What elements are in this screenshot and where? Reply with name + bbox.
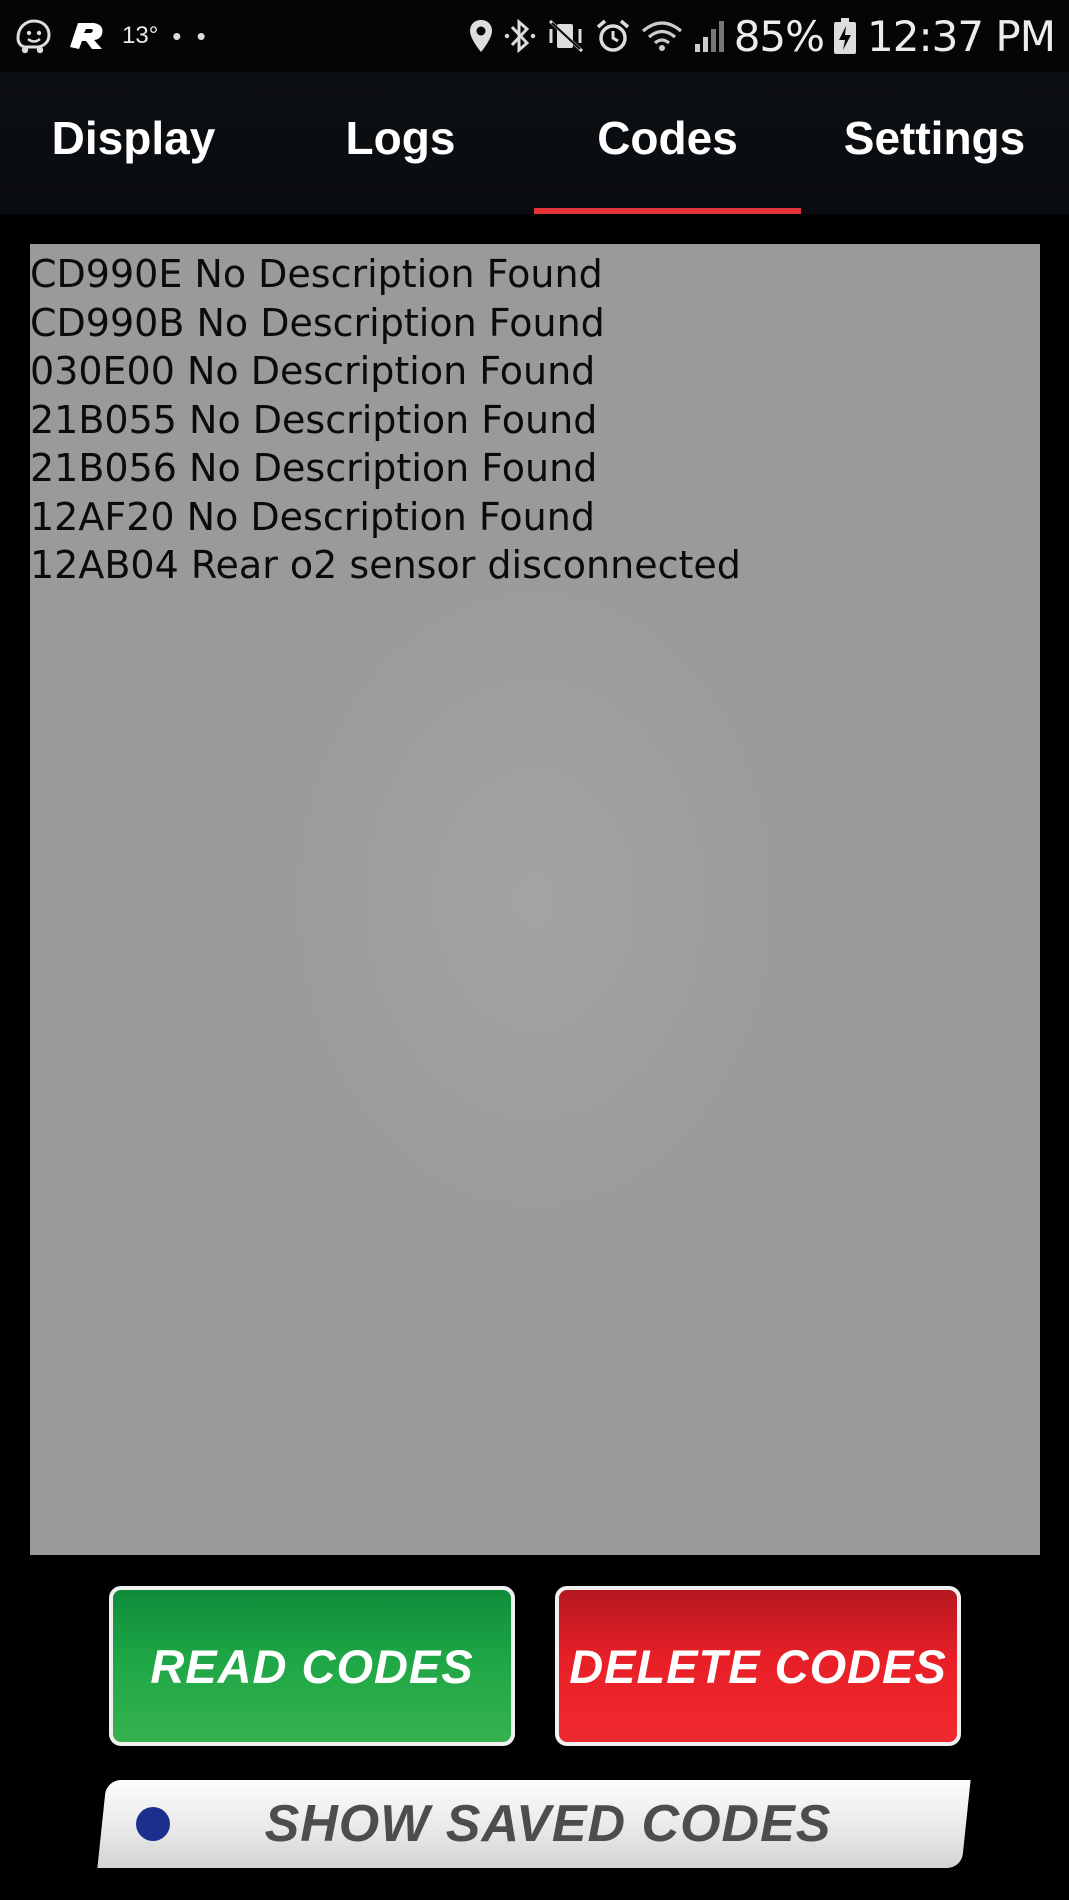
code-item: 12AB04 Rear o2 sensor disconnected (30, 543, 741, 587)
app-r-icon (66, 17, 108, 55)
vibrate-mute-icon (546, 18, 586, 54)
codes-list: CD990E No Description Found CD990B No De… (30, 244, 1040, 590)
show-saved-codes-button[interactable]: SHOW SAVED CODES (97, 1780, 971, 1868)
code-item: CD990E No Description Found (30, 252, 603, 296)
tab-logs[interactable]: Logs (267, 72, 534, 214)
tab-display[interactable]: Display (0, 72, 267, 214)
location-icon (468, 18, 494, 54)
code-item: CD990B No Description Found (30, 300, 605, 345)
notification-overflow: • • (172, 20, 210, 51)
status-bar-right: 85% 12:37 PM (459, 11, 1056, 61)
status-bar: 13° • • 85% 12:37 PM (0, 0, 1069, 72)
battery-percent: 85% (733, 11, 825, 61)
code-item: 21B055 No Description Found (30, 397, 598, 442)
bluetooth-icon (503, 17, 537, 55)
code-item: 030E00 No Description Found (30, 349, 596, 393)
wifi-icon (640, 18, 684, 54)
status-bar-left: 13° • • (12, 17, 224, 55)
clock: 12:37 PM (867, 11, 1056, 61)
tab-codes[interactable]: Codes (534, 72, 801, 214)
code-item: 12AF20 No Description Found (30, 494, 595, 539)
read-codes-button[interactable]: READ CODES (109, 1586, 515, 1746)
delete-codes-button[interactable]: DELETE CODES (555, 1586, 961, 1746)
waze-icon (12, 18, 52, 54)
tab-bar: Display Logs Codes Settings (0, 72, 1069, 214)
codes-panel[interactable]: CD990E No Description Found CD990B No De… (30, 244, 1040, 1555)
show-saved-codes-label: SHOW SAVED CODES (264, 1795, 832, 1853)
battery-charging-icon (833, 17, 857, 55)
tab-settings[interactable]: Settings (801, 72, 1068, 214)
delete-codes-label: DELETE CODES (569, 1639, 947, 1693)
code-item: 21B056 No Description Found (30, 446, 598, 490)
signal-icon (693, 18, 725, 54)
read-codes-label: READ CODES (150, 1639, 474, 1693)
alarm-icon (595, 18, 631, 54)
indicator-dot-icon (136, 1807, 170, 1841)
temperature: 13° (122, 22, 159, 49)
